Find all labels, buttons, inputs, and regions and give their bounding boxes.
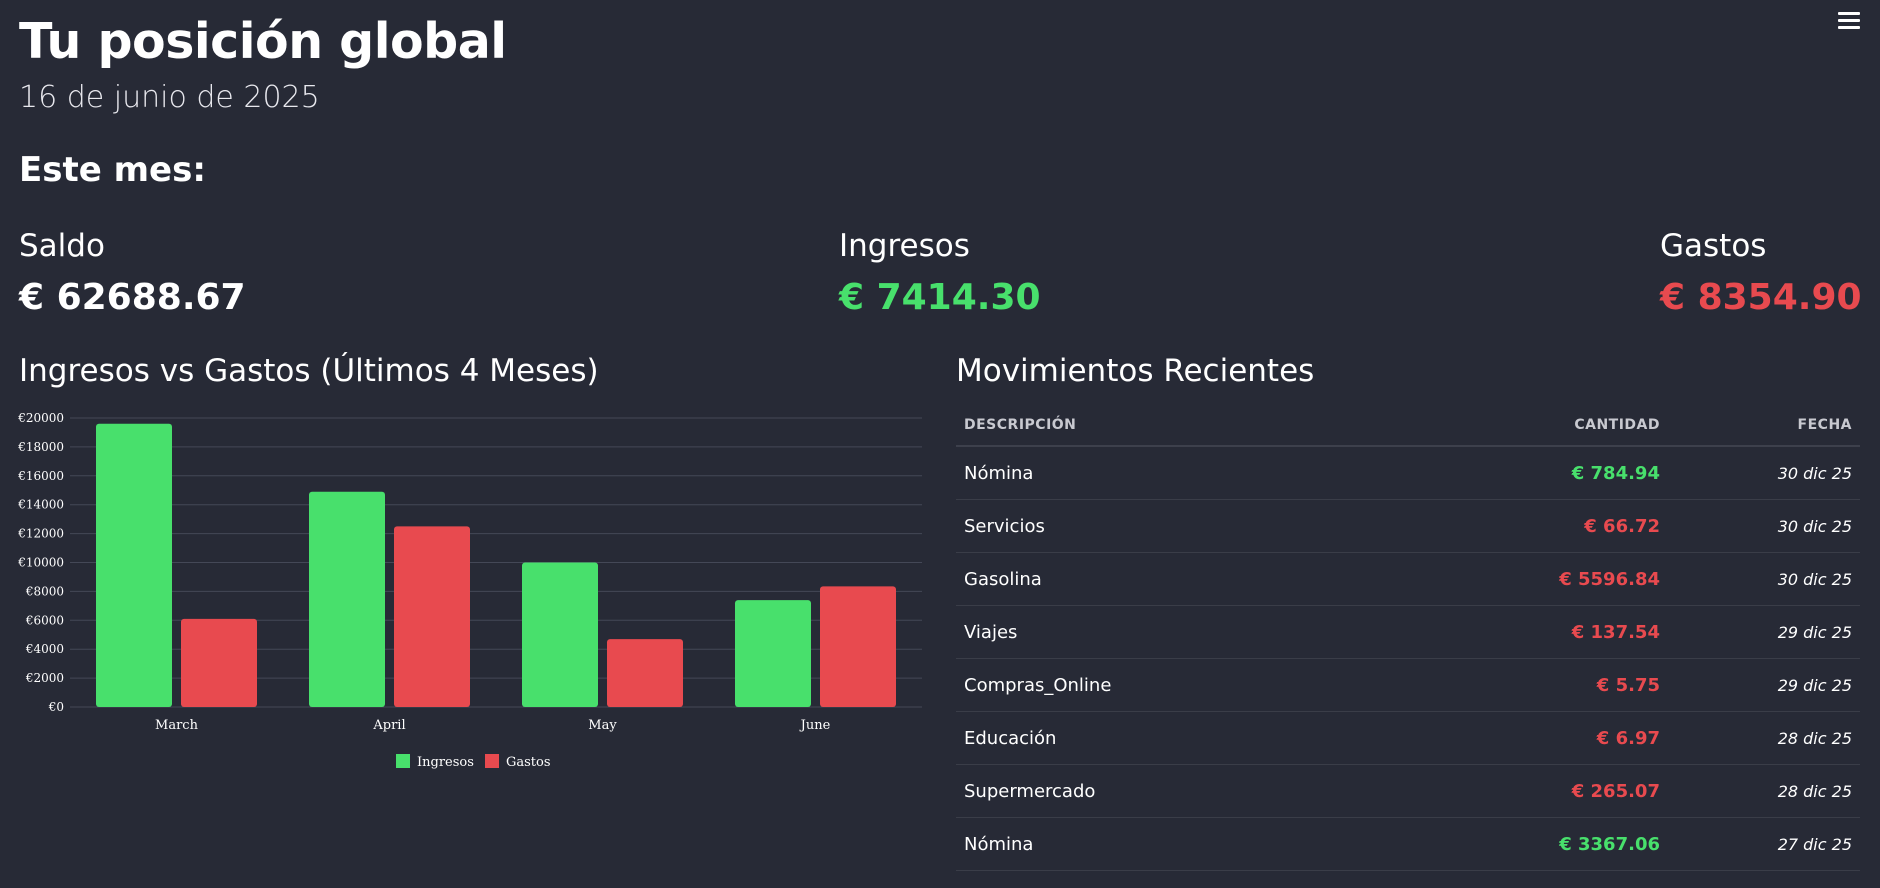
table-row[interactable]: Nómina € 784.94 30 dic 25 [956,446,1860,500]
movement-date: 28 dic 25 [1668,764,1860,818]
table-row[interactable]: Nómina € 3367.06 27 dic 25 [956,817,1860,871]
movement-date: 28 dic 25 [1668,711,1860,765]
movement-description: Servicios [956,499,1492,553]
x-tick-label: June [799,718,831,733]
y-tick-label: €12000 [17,527,64,541]
movement-date: 29 dic 25 [1668,658,1860,712]
x-tick-label: May [588,718,617,733]
ingresos-label: Ingresos [839,228,970,264]
movement-description: Educación [956,711,1492,765]
x-tick-label: March [155,718,199,733]
y-tick-label: €0 [48,700,64,714]
recent-movements-title: Movimientos Recientes [956,353,1315,389]
table-row[interactable]: Educación € 6.97 28 dic 25 [956,711,1860,765]
gastos-value: € 8354.90 [1660,277,1862,318]
legend-label: Gastos [506,755,551,770]
bar-gastos-march [181,618,257,707]
movement-amount: € 6.97 [1492,711,1668,765]
y-tick-label: €8000 [25,584,64,598]
ingresos-value: € 7414.30 [839,277,1041,318]
page-date: 16 de junio de 2025 [19,80,320,115]
movement-date: 30 dic 25 [1668,499,1860,553]
movement-date: 29 dic 25 [1668,605,1860,659]
movement-amount: € 5596.84 [1492,552,1668,606]
y-tick-label: €4000 [25,642,64,656]
movement-amount: € 784.94 [1492,446,1668,500]
legend-swatch [396,754,410,768]
dashboard-page: Tu posición global 16 de junio de 2025 E… [0,0,1880,888]
saldo-value: € 62688.67 [19,277,246,318]
movement-description: Gasolina [956,552,1492,606]
x-tick-label: April [372,718,405,733]
column-header-date: FECHA [1668,405,1860,447]
saldo-label: Saldo [19,228,105,264]
gastos-label: Gastos [1660,228,1767,264]
y-tick-label: €14000 [17,498,64,512]
movement-description: Nómina [956,817,1492,871]
table-row[interactable]: Supermercado € 265.07 28 dic 25 [956,764,1860,818]
saldo-card: Saldo € 62688.67 [19,225,246,321]
movement-amount: € 66.72 [1492,499,1668,553]
movement-description: Viajes [956,605,1492,659]
y-tick-label: €18000 [17,440,64,454]
table-row[interactable]: Compras_Online € 5.75 29 dic 25 [956,658,1860,712]
income-expense-chart: €20000 €18000 €16000 €14000 €12000 €10000 €800… [17,411,922,770]
legend-swatch [485,754,499,768]
y-tick-label: €20000 [17,411,64,425]
month-heading: Este mes: [19,150,206,190]
table-row[interactable]: Servicios € 66.72 30 dic 25 [956,499,1860,553]
table-header-row: DESCRIPCIÓN CANTIDAD FECHA [956,405,1860,447]
bar-ingresos-may [522,562,598,707]
movement-date: 30 dic 25 [1668,446,1860,500]
y-tick-label: €10000 [17,556,64,570]
movement-date: 27 dic 25 [1668,817,1860,871]
movement-amount: € 5.75 [1492,658,1668,712]
hamburger-menu-icon[interactable] [1838,10,1860,32]
recent-movements-table: DESCRIPCIÓN CANTIDAD FECHA Nómina € 784.9… [956,405,1860,871]
movement-amount: € 265.07 [1492,764,1668,818]
movement-description: Nómina [956,446,1492,500]
ingresos-card: Ingresos € 7414.30 [839,225,1041,321]
bar-ingresos-june [735,600,811,707]
column-header-amount: CANTIDAD [1492,405,1668,447]
y-tick-label: €16000 [17,469,64,483]
bar-ingresos-march [96,423,172,707]
column-header-description: DESCRIPCIÓN [956,405,1492,447]
table-row[interactable]: Viajes € 137.54 29 dic 25 [956,605,1860,659]
bar-ingresos-april [309,491,385,707]
bar-gastos-may [607,639,683,707]
movement-date: 30 dic 25 [1668,552,1860,606]
bar-gastos-april [394,526,470,707]
legend-label: Ingresos [417,755,474,770]
movement-amount: € 3367.06 [1492,817,1668,871]
page-title: Tu posición global [19,13,507,70]
movement-amount: € 137.54 [1492,605,1668,659]
movement-description: Compras_Online [956,658,1492,712]
y-tick-label: €2000 [25,671,64,685]
bar-gastos-june [820,586,896,707]
movement-description: Supermercado [956,764,1492,818]
y-tick-label: €6000 [25,613,64,627]
chart-title: Ingresos vs Gastos (Últimos 4 Meses) [19,353,599,389]
table-row[interactable]: Gasolina € 5596.84 30 dic 25 [956,552,1860,606]
gastos-card: Gastos € 8354.90 [1660,225,1862,321]
